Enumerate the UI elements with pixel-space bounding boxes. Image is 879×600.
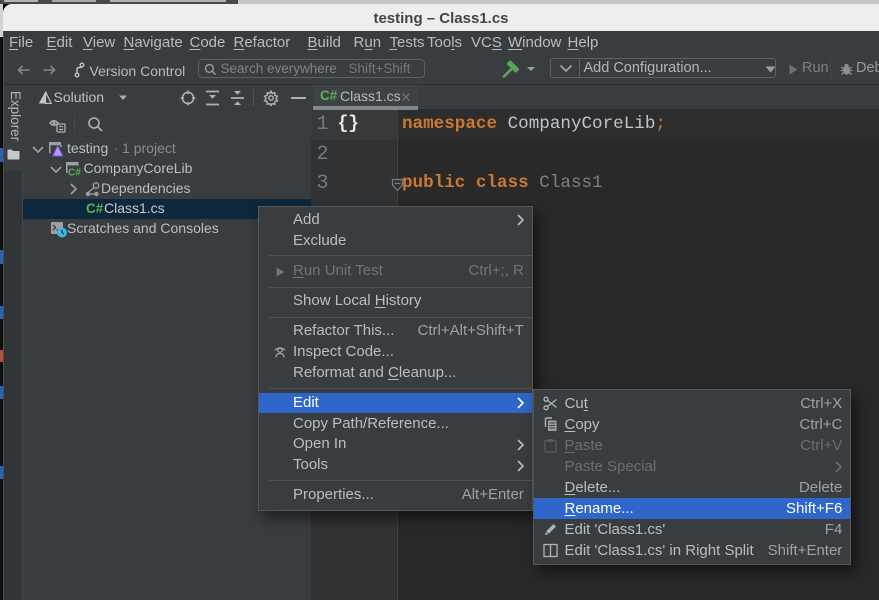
svg-text:C#: C#	[68, 167, 81, 177]
